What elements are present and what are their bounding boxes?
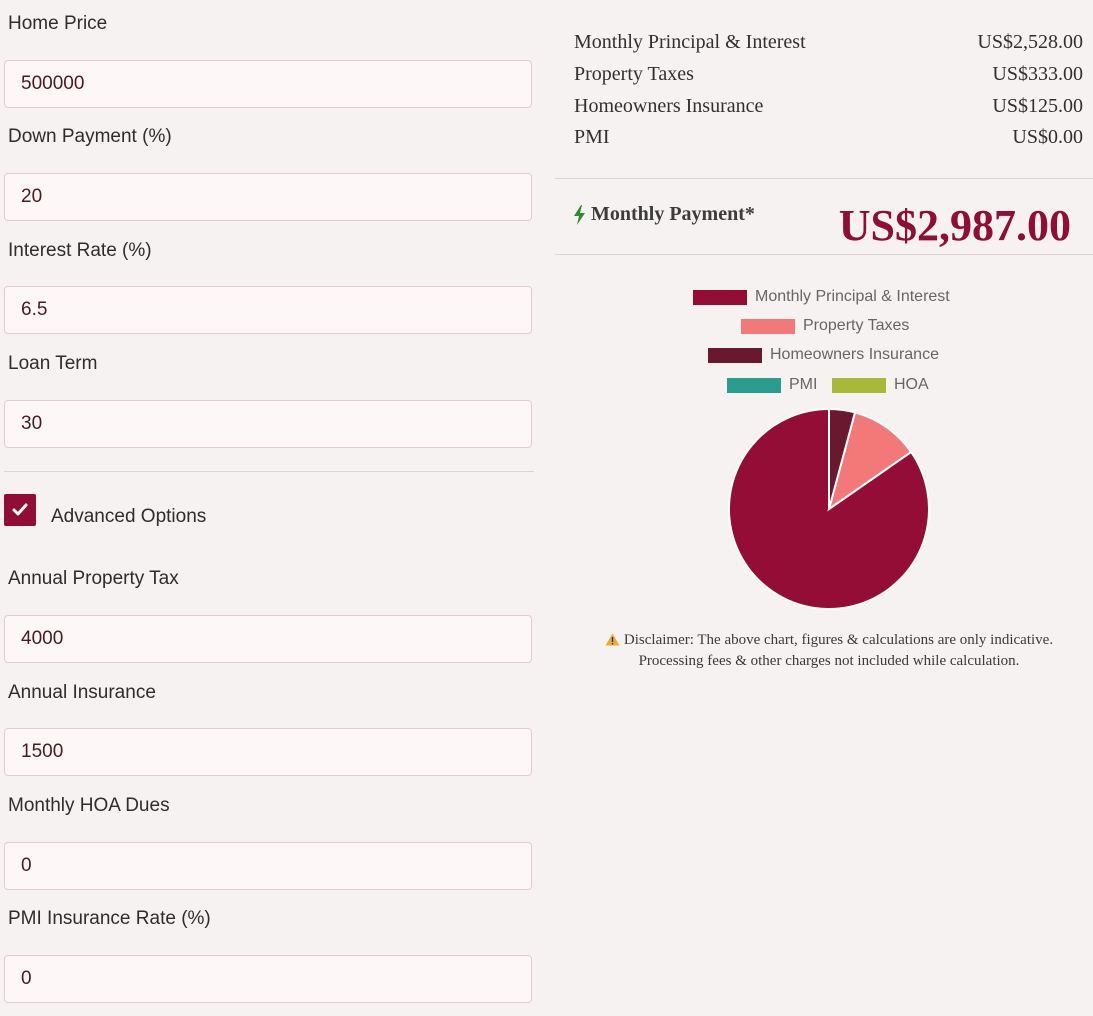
advanced-options-checkbox[interactable] xyxy=(4,494,36,526)
legend-swatch xyxy=(727,377,781,393)
lightning-bolt-icon xyxy=(574,204,585,225)
checkmark-icon xyxy=(12,503,28,516)
legend-item-hoa[interactable]: HOA xyxy=(832,376,929,394)
legend-item-insurance[interactable]: Homeowners Insurance xyxy=(708,346,939,364)
pmi-rate-input[interactable] xyxy=(4,955,532,1003)
summary-row-label: Homeowners Insurance xyxy=(574,95,764,117)
summary-row-label: Monthly Principal & Interest xyxy=(574,31,806,53)
summary-divider-top xyxy=(555,178,1093,179)
insurance-input[interactable] xyxy=(4,728,532,776)
legend-swatch xyxy=(832,377,886,393)
loan-term-label: Loan Term xyxy=(8,353,98,374)
legend-label: PMI xyxy=(789,376,818,393)
legend-swatch xyxy=(708,347,762,363)
warning-icon xyxy=(605,633,620,646)
legend-item-pmi[interactable]: PMI xyxy=(727,376,817,394)
payment-pie-chart xyxy=(728,407,930,610)
monthly-payment-label-text: Monthly Payment* xyxy=(591,203,755,225)
summary-divider-bottom xyxy=(555,254,1093,255)
legend-swatch xyxy=(693,289,747,305)
summary-row-value: US$0.00 xyxy=(1012,126,1083,148)
summary-row-value: US$125.00 xyxy=(992,95,1083,117)
summary-row-label: PMI xyxy=(574,126,610,148)
monthly-payment-value: US$2,987.00 xyxy=(838,201,1071,250)
loan-term-input[interactable] xyxy=(4,400,532,448)
calculator-form: Home Price Down Payment (%) Interest Rat… xyxy=(0,0,545,1016)
property-tax-input[interactable] xyxy=(4,615,532,663)
property-tax-label: Annual Property Tax xyxy=(8,568,179,589)
monthly-payment-label: Monthly Payment* xyxy=(574,203,755,226)
hoa-input[interactable] xyxy=(4,842,532,890)
pmi-rate-label: PMI Insurance Rate (%) xyxy=(8,908,211,929)
advanced-options-label[interactable]: Advanced Options xyxy=(51,506,206,528)
summary-row-property-taxes: Property Taxes US$333.00 xyxy=(574,63,1083,89)
legend-item-property-taxes[interactable]: Property Taxes xyxy=(741,317,909,335)
hoa-label: Monthly HOA Dues xyxy=(8,795,170,816)
legend-label: Monthly Principal & Interest xyxy=(755,288,950,305)
home-price-input[interactable] xyxy=(4,60,532,108)
home-price-label: Home Price xyxy=(8,13,108,34)
form-divider xyxy=(4,471,534,472)
down-payment-input[interactable] xyxy=(4,173,532,221)
summary-row-label: Property Taxes xyxy=(574,63,694,85)
disclaimer-line-1: Disclaimer: The above chart, figures & c… xyxy=(575,630,1083,651)
interest-rate-input[interactable] xyxy=(4,286,532,334)
disclaimer-line-2: Processing fees & other charges not incl… xyxy=(638,653,1020,669)
disclaimer-text-1: Disclaimer: The above chart, figures & c… xyxy=(623,632,1054,648)
disclaimer: Disclaimer: The above chart, figures & c… xyxy=(575,630,1083,672)
legend-label: Homeowners Insurance xyxy=(770,346,939,363)
insurance-label: Annual Insurance xyxy=(8,682,156,703)
summary-row-pmi: PMI US$0.00 xyxy=(574,126,1083,152)
results-panel: Monthly Principal & Interest US$2,528.00… xyxy=(555,0,1093,1016)
legend-item-principal[interactable]: Monthly Principal & Interest xyxy=(693,288,950,306)
legend-swatch xyxy=(741,318,795,334)
summary-row-principal: Monthly Principal & Interest US$2,528.00 xyxy=(574,31,1083,57)
interest-rate-label: Interest Rate (%) xyxy=(8,240,152,261)
summary-row-value: US$333.00 xyxy=(992,63,1083,85)
summary-row-insurance: Homeowners Insurance US$125.00 xyxy=(574,95,1083,121)
legend-label: HOA xyxy=(894,376,929,393)
summary-row-value: US$2,528.00 xyxy=(977,31,1083,53)
down-payment-label: Down Payment (%) xyxy=(8,126,172,147)
legend-label: Property Taxes xyxy=(803,317,910,334)
